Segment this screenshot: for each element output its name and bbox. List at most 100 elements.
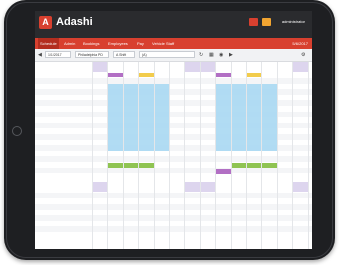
grid-column-line: [107, 62, 109, 249]
home-button[interactable]: [12, 126, 22, 136]
grid-column-line: [169, 62, 170, 249]
summary-cell: [292, 193, 307, 198]
summary-cell: [246, 221, 261, 226]
summary-cell: [231, 215, 246, 220]
date-header: [231, 67, 246, 72]
date-header: [138, 67, 153, 72]
summary-cell: [138, 226, 153, 231]
settings-icon[interactable]: ⚙: [301, 52, 305, 58]
summary-cell: [246, 198, 261, 203]
summary-cell: [107, 221, 122, 226]
next-period-icon[interactable]: ▶: [229, 52, 233, 58]
date-header: [123, 187, 138, 192]
summary-cell: [154, 204, 169, 209]
date-header: [169, 67, 184, 72]
summary-cell: [138, 193, 153, 198]
status-marker[interactable]: [246, 73, 262, 77]
date-header: [246, 187, 261, 192]
date-header: [277, 187, 292, 192]
summary-cell: [138, 215, 153, 220]
summary-cell: [246, 226, 261, 231]
date-header: [261, 67, 276, 72]
status-marker[interactable]: [138, 73, 154, 77]
date-header: [231, 187, 246, 192]
schedule-cell[interactable]: [231, 84, 246, 89]
schedule-toolbar: ◀ 1/1/2017 Philadelphia PD A Shift (A) ↻…: [35, 49, 312, 62]
summary-cell: [261, 198, 276, 203]
schedule-cell[interactable]: [138, 89, 153, 94]
nav-item-pay[interactable]: Pay: [135, 38, 146, 49]
shift-select[interactable]: A Shift: [113, 51, 135, 58]
summary-cell: [277, 198, 292, 203]
nav-item-bookings[interactable]: Bookings: [81, 38, 101, 49]
period-select[interactable]: 1/1/2017: [45, 51, 71, 58]
summary-cell: [184, 193, 199, 198]
date-header: [154, 187, 169, 192]
summary-cell: [169, 210, 184, 215]
schedule-cell[interactable]: [246, 123, 261, 128]
summary-cell: [246, 193, 261, 198]
alert-icon[interactable]: [262, 18, 271, 26]
summary-cell: [123, 215, 138, 220]
summary-cell: [215, 221, 230, 226]
summary-cell: [200, 215, 215, 220]
date-header: [92, 67, 108, 72]
grid-column-line: [307, 62, 309, 249]
refresh-icon[interactable]: ↻: [199, 52, 203, 58]
summary-cell: [277, 210, 292, 215]
summary-cell: [231, 198, 246, 203]
schedule-grid: [35, 62, 312, 249]
shift-bar: [107, 163, 154, 168]
user-menu[interactable]: administrator: [282, 18, 305, 26]
summary-cell: [169, 226, 184, 231]
summary-cell: [92, 198, 107, 203]
summary-cell: [231, 226, 246, 231]
nav-item-employees[interactable]: Employees: [106, 38, 130, 49]
summary-cell: [261, 221, 276, 226]
grid-column-line: [153, 62, 155, 249]
date-header: [107, 187, 122, 192]
summary-cell: [277, 221, 292, 226]
schedule-cell[interactable]: [107, 89, 122, 94]
grid-column-line: [246, 62, 247, 249]
date-header: [215, 67, 230, 72]
summary-cell: [123, 198, 138, 203]
view-icon[interactable]: ◉: [219, 52, 223, 58]
status-marker[interactable]: [107, 73, 123, 77]
nav-item-vehicle-staff[interactable]: Vehicle Staff: [150, 38, 176, 49]
grid-column-line: [215, 62, 217, 249]
summary-cell: [123, 193, 138, 198]
location-select[interactable]: Philadelphia PD: [75, 51, 109, 58]
summary-cell: [154, 226, 169, 231]
summary-cell: [169, 193, 184, 198]
summary-cell: [277, 204, 292, 209]
summary-cell: [215, 204, 230, 209]
summary-cell: [277, 215, 292, 220]
summary-cell: [107, 204, 122, 209]
summary-cell: [215, 193, 230, 198]
nav-item-schedule[interactable]: Schedule: [38, 38, 59, 49]
notification-icon[interactable]: [249, 18, 258, 26]
summary-cell: [231, 193, 246, 198]
date-header: [246, 67, 261, 72]
summary-cell: [292, 204, 307, 209]
summary-cell: [138, 198, 153, 203]
app-screen: A Adashi administrator Schedule Admin Bo…: [35, 11, 312, 249]
summary-cell: [123, 226, 138, 231]
schedule-cell[interactable]: [107, 140, 122, 145]
summary-cell: [261, 210, 276, 215]
summary-cell: [231, 221, 246, 226]
summary-cell: [200, 204, 215, 209]
summary-cell: [184, 198, 199, 203]
nav-item-admin[interactable]: Admin: [62, 38, 77, 49]
status-marker[interactable]: [215, 73, 231, 77]
prev-period-icon[interactable]: ◀: [38, 52, 42, 58]
platoon-select[interactable]: (A): [139, 51, 195, 58]
date-header: [169, 187, 184, 192]
calendar-icon[interactable]: ▦: [209, 52, 214, 58]
summary-cell: [200, 221, 215, 226]
grid-column-line: [292, 62, 294, 249]
schedule-cell[interactable]: [246, 89, 261, 94]
schedule-cell[interactable]: [138, 84, 153, 89]
app-header: A Adashi administrator: [35, 11, 312, 38]
